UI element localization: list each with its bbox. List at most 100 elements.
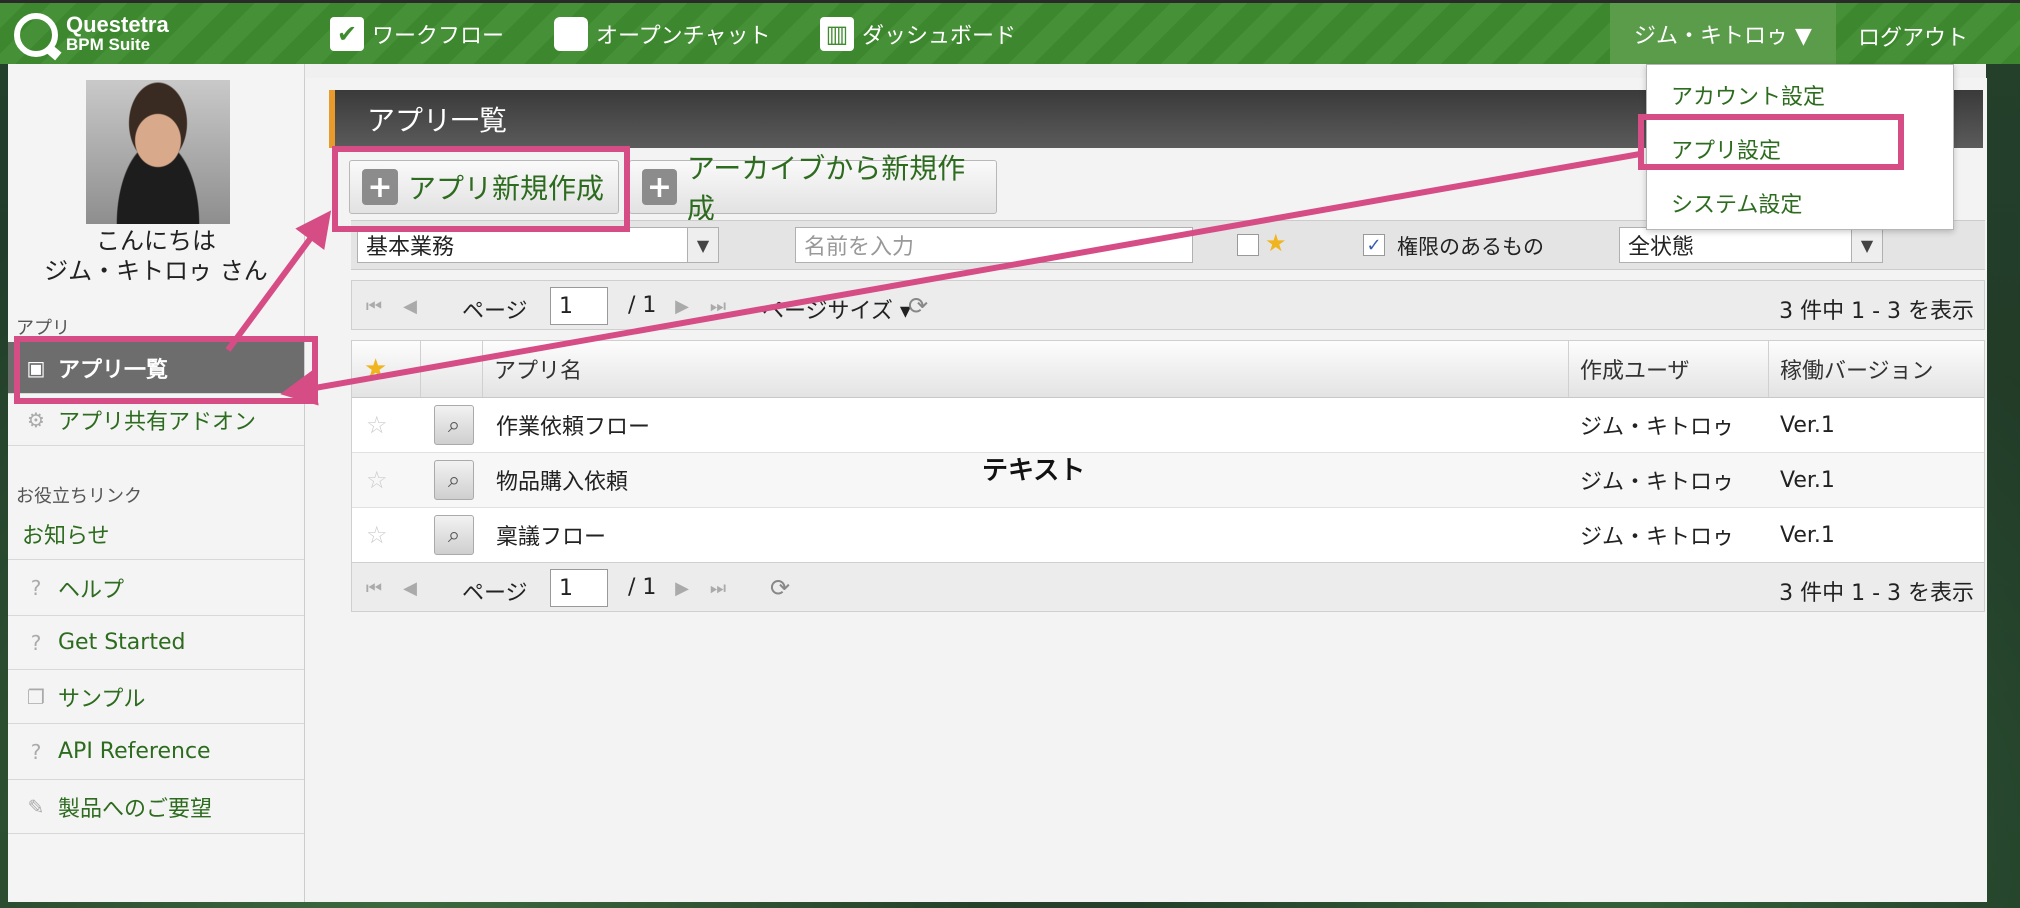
avatar[interactable]: [86, 80, 230, 224]
chevron-down-icon: ▼: [687, 228, 718, 262]
nav-dashboard[interactable]: ▥ ダッシュボード: [820, 17, 1016, 51]
highlight-app-list: [14, 336, 318, 404]
header-creator[interactable]: 作成ユーザ: [1580, 341, 1690, 397]
refresh-icon[interactable]: ⟳: [904, 291, 932, 321]
sidebar-item-help[interactable]: ? ヘルプ: [8, 560, 304, 616]
sidebar-item-feedback[interactable]: ✎ 製品へのご要望: [8, 780, 304, 834]
table-header: ★ アプリ名 作成ユーザ 稼働バージョン: [352, 341, 1984, 398]
name-search-input[interactable]: 名前を入力: [795, 227, 1193, 263]
new-from-archive-button-label: アーカイブから新規作成: [686, 152, 966, 225]
sidebar-item-label: Get Started: [58, 630, 186, 655]
favorite-filter-checkbox[interactable]: [1237, 234, 1259, 256]
sidebar: こんにちは ジム・キトロゥ さん アプリ ▣ アプリ一覧 ⚙ アプリ共有アドオン…: [8, 64, 305, 902]
question-icon: ?: [30, 630, 42, 655]
version: Ver.1: [1780, 467, 1835, 493]
header-app-name[interactable]: アプリ名: [494, 341, 582, 397]
total-pages: / 1: [628, 575, 657, 600]
creator: ジム・キトロゥ: [1580, 415, 1735, 440]
last-page-icon[interactable]: ⏭: [704, 573, 732, 603]
sidebar-item-api-reference[interactable]: ? API Reference: [8, 724, 304, 780]
next-page-icon[interactable]: ▶: [668, 291, 696, 321]
page-label: ページ: [462, 581, 528, 606]
page-size-menu[interactable]: ページサイズ ▾: [762, 293, 911, 325]
logo[interactable]: Questetra BPM Suite: [14, 13, 169, 57]
text-annotation: テキスト: [982, 456, 1086, 486]
nav-dashboard-label: ダッシュボード: [862, 24, 1017, 49]
version: Ver.1: [1780, 522, 1835, 548]
first-page-icon[interactable]: ⏮: [360, 291, 388, 321]
checkmark-icon: ✔: [330, 17, 364, 51]
highlight-app-settings: [1638, 114, 1904, 170]
star-icon[interactable]: ★: [364, 341, 387, 397]
star-outline-icon[interactable]: ☆: [366, 398, 388, 452]
table-row[interactable]: ☆ ⌕ 作業依頼フロー ジム・キトロゥ Ver.1: [352, 398, 1984, 453]
stack-icon: ❐: [27, 684, 45, 709]
creator: ジム・キトロゥ: [1580, 470, 1735, 495]
app-table: ★ アプリ名 作成ユーザ 稼働バージョン ☆ ⌕ 作業依頼フロー ジム・キトロゥ…: [351, 340, 1985, 564]
nav-workflow-label: ワークフロー: [372, 24, 505, 49]
app-name[interactable]: 物品購入依頼: [496, 453, 628, 507]
star-icon: ★: [1265, 229, 1287, 257]
header-version[interactable]: 稼働バージョン: [1780, 341, 1934, 397]
version: Ver.1: [1780, 412, 1835, 438]
sidebar-item-label: お知らせ: [22, 523, 110, 549]
state-select-value: 全状態: [1628, 235, 1695, 260]
record-summary: 3 件中 1 - 3 を表示: [1779, 581, 1974, 606]
pager-bottom: ⏮ ◀ ページ 1 / 1 ▶ ⏭ ⟳ 3 件中 1 - 3 を表示: [351, 562, 1985, 612]
sidebar-item-label: 製品へのご要望: [58, 796, 213, 822]
menu-item-system-settings[interactable]: システム設定: [1671, 187, 1802, 219]
feedback-icon: ✎: [27, 794, 45, 819]
page-number-input[interactable]: 1: [550, 569, 608, 607]
greeting-user: ジム・キトロゥ さん: [44, 257, 268, 285]
first-page-icon[interactable]: ⏮: [360, 573, 388, 603]
nav-workflow[interactable]: ✔ ワークフロー: [330, 17, 504, 51]
creator: ジム・キトロゥ: [1580, 525, 1735, 550]
app-name[interactable]: 稟議フロー: [496, 508, 606, 562]
table-row[interactable]: ☆ ⌕ 稟議フロー ジム・キトロゥ Ver.1: [352, 508, 1984, 563]
pager-top: ⏮ ◀ ページ 1 / 1 ▶ ⏭ ページサイズ ▾ ⟳ 3 件中 1 - 3 …: [351, 280, 1985, 330]
top-bar: Questetra BPM Suite ✔ ワークフロー オープンチャット ▥ …: [0, 0, 2020, 64]
logo-subtitle: BPM Suite: [66, 35, 151, 54]
sidebar-item-news[interactable]: お知らせ: [8, 508, 304, 560]
section-label-links: お役立ちリンク: [16, 486, 142, 507]
question-icon: ?: [30, 739, 42, 764]
total-pages: / 1: [628, 293, 657, 318]
prev-page-icon[interactable]: ◀: [396, 291, 424, 321]
permission-checkbox[interactable]: ✓: [1363, 234, 1385, 256]
page-size-label: ページサイズ: [762, 299, 893, 324]
next-page-icon[interactable]: ▶: [668, 573, 696, 603]
star-outline-icon[interactable]: ☆: [366, 453, 388, 507]
magnifier-icon[interactable]: ⌕: [434, 515, 474, 555]
user-menu[interactable]: ジム・キトロゥ ▼: [1610, 3, 1836, 64]
questetra-logo-icon: [14, 13, 58, 57]
sidebar-item-label: アプリ共有アドオン: [58, 409, 257, 435]
sidebar-item-get-started[interactable]: ? Get Started: [8, 616, 304, 670]
chevron-down-icon: ▼: [1851, 228, 1882, 262]
magnifier-icon[interactable]: ⌕: [434, 460, 474, 500]
sidebar-item-label: サンプル: [58, 686, 146, 712]
last-page-icon[interactable]: ⏭: [704, 291, 732, 321]
category-select[interactable]: 基本業務 ▼: [357, 227, 719, 263]
app-name[interactable]: 作業依頼フロー: [496, 398, 650, 452]
star-outline-icon[interactable]: ☆: [366, 508, 388, 562]
record-summary: 3 件中 1 - 3 を表示: [1779, 299, 1974, 324]
category-select-value: 基本業務: [366, 235, 455, 260]
nav-openchat[interactable]: オープンチャット: [554, 17, 770, 51]
state-select[interactable]: 全状態 ▼: [1619, 227, 1883, 263]
page-label: ページ: [462, 299, 528, 324]
table-row[interactable]: ☆ ⌕ 物品購入依頼 ジム・キトロゥ Ver.1: [352, 453, 1984, 508]
prev-page-icon[interactable]: ◀: [396, 573, 424, 603]
sidebar-item-label: API Reference: [58, 739, 211, 764]
dashboard-icon: ▥: [820, 17, 854, 51]
new-from-archive-button[interactable]: + アーカイブから新規作成: [629, 152, 997, 225]
chat-bubble-icon: [554, 17, 588, 51]
magnifier-icon[interactable]: ⌕: [434, 405, 474, 445]
refresh-icon[interactable]: ⟳: [766, 573, 794, 603]
sidebar-item-samples[interactable]: ❐ サンプル: [8, 670, 304, 724]
question-icon: ?: [30, 575, 42, 600]
logout-link[interactable]: ログアウト: [1858, 20, 1968, 52]
page-number-input[interactable]: 1: [550, 287, 608, 325]
permission-label: 権限のあるもの: [1397, 235, 1544, 259]
menu-item-account-settings[interactable]: アカウント設定: [1671, 79, 1825, 111]
sidebar-item-label: ヘルプ: [58, 577, 125, 603]
